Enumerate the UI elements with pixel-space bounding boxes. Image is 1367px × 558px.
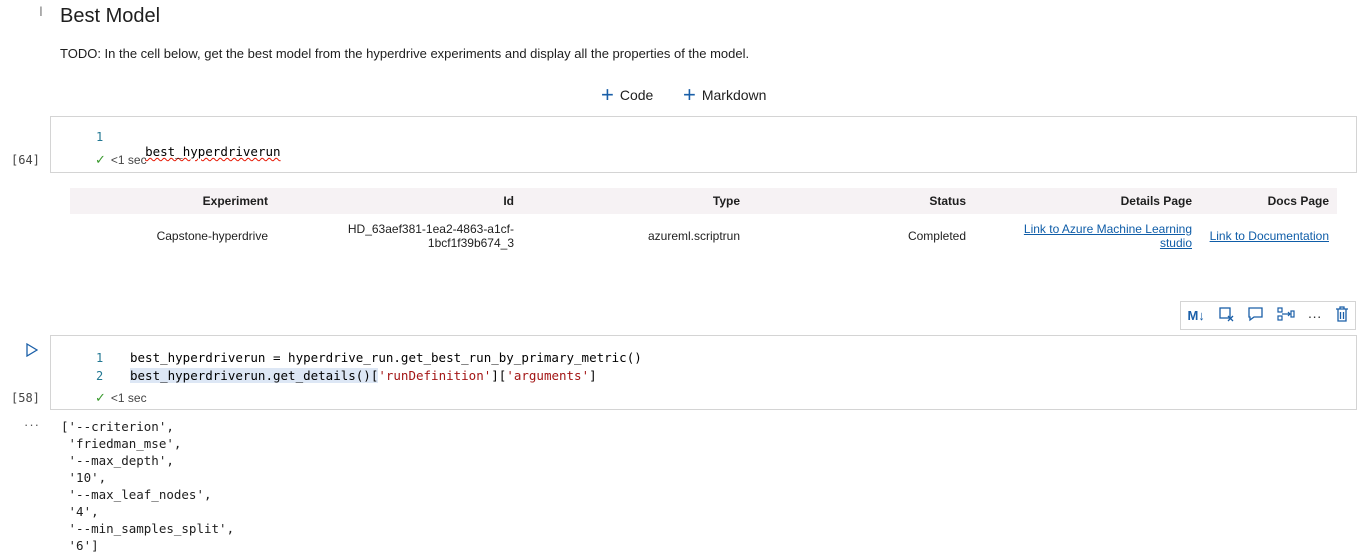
code-line[interactable]: best_hyperdriverun = hyperdrive_run.get_… — [130, 350, 642, 365]
header-status: Status — [748, 188, 974, 214]
documentation-link[interactable]: Link to Documentation — [1210, 229, 1329, 243]
id-part-2: 1bcf1f39b674_3 — [427, 236, 514, 250]
comment-icon[interactable] — [1247, 306, 1264, 325]
plus-icon: + — [601, 82, 614, 107]
cell-experiment: Capstone-hyperdrive — [156, 229, 268, 243]
clear-output-icon[interactable] — [1218, 306, 1234, 325]
header-type: Type — [522, 188, 748, 214]
more-icon[interactable]: ··· — [1308, 308, 1322, 324]
split-cell-icon[interactable] — [1277, 306, 1295, 325]
checkmark-icon: ✓ — [95, 152, 106, 167]
run-cell-icon[interactable] — [26, 342, 39, 360]
line-number: 2 — [96, 369, 104, 383]
line-number: 1 — [96, 351, 104, 365]
code-token: best_hyperdriverun.get_details()[ — [130, 368, 379, 383]
header-id: Id — [276, 188, 522, 214]
markdown-paragraph: TODO: In the cell below, get the best mo… — [60, 46, 750, 61]
link-part-1: Link to Azure Machine Learning — [1023, 222, 1192, 236]
string-token: 'arguments' — [506, 368, 590, 383]
string-token: 'runDefinition' — [378, 368, 492, 383]
cell-type: azureml.scriptrun — [647, 229, 740, 243]
header-details-page: Details Page — [974, 188, 1200, 214]
add-code-cell-button[interactable]: + Code — [601, 82, 654, 107]
table-header-row: Experiment Id Type Status Details Page D… — [70, 188, 1337, 214]
cell-id: HD_63aef381-1ea2-4863-a1cf- 1bcf1f39b674_… — [276, 214, 522, 258]
markdown-icon[interactable]: M↓ — [1187, 308, 1204, 323]
execution-count: [58] — [11, 391, 40, 405]
line-number: 1 — [96, 130, 104, 144]
code-token: best_hyperdriverun — [145, 144, 281, 159]
plus-icon: + — [683, 82, 696, 107]
azure-ml-studio-link[interactable]: Link to Azure Machine Learning studio — [1024, 222, 1192, 250]
cell-status: ✓ <1 sec — [95, 152, 147, 168]
code-line[interactable]: best_hyperdriverun.get_details()['runDef… — [130, 368, 597, 383]
cell-docs-page: Link to Documentation — [1200, 214, 1337, 258]
table-row: Capstone-hyperdrive HD_63aef381-1ea2-486… — [70, 214, 1337, 258]
header-experiment: Experiment — [70, 188, 276, 214]
add-markdown-cell-button[interactable]: + Markdown — [683, 82, 767, 107]
id-part-1: HD_63aef381-1ea2-4863-a1cf- — [347, 222, 514, 236]
add-code-label: Code — [619, 87, 654, 103]
cell-toolbar: M↓ ··· — [1180, 301, 1356, 330]
code-line[interactable]: best_hyperdriverun — [130, 129, 281, 159]
run-details-table: Experiment Id Type Status Details Page D… — [70, 188, 1337, 258]
markdown-heading: Best Model — [60, 5, 161, 27]
cell-details-page: Link to Azure Machine Learning studio — [974, 214, 1200, 258]
execution-time: <1 sec — [110, 391, 147, 405]
code-token: ][ — [491, 368, 507, 383]
cell-status: Completed — [907, 229, 966, 243]
code-token: ] — [589, 368, 597, 383]
cell-status: ✓ <1 sec — [95, 390, 147, 406]
add-markdown-label: Markdown — [701, 87, 767, 103]
execution-count: [64] — [11, 153, 40, 167]
execution-time: <1 sec — [110, 153, 147, 167]
delete-icon[interactable] — [1335, 306, 1349, 325]
header-docs-page: Docs Page — [1200, 188, 1337, 214]
checkmark-icon: ✓ — [95, 390, 106, 405]
text-cursor-icon: I — [39, 3, 43, 19]
output-more-icon[interactable]: ··· — [24, 417, 40, 432]
link-part-2: studio — [1159, 236, 1192, 250]
cell-output: ['--criterion', 'friedman_mse', '--max_d… — [61, 419, 235, 553]
